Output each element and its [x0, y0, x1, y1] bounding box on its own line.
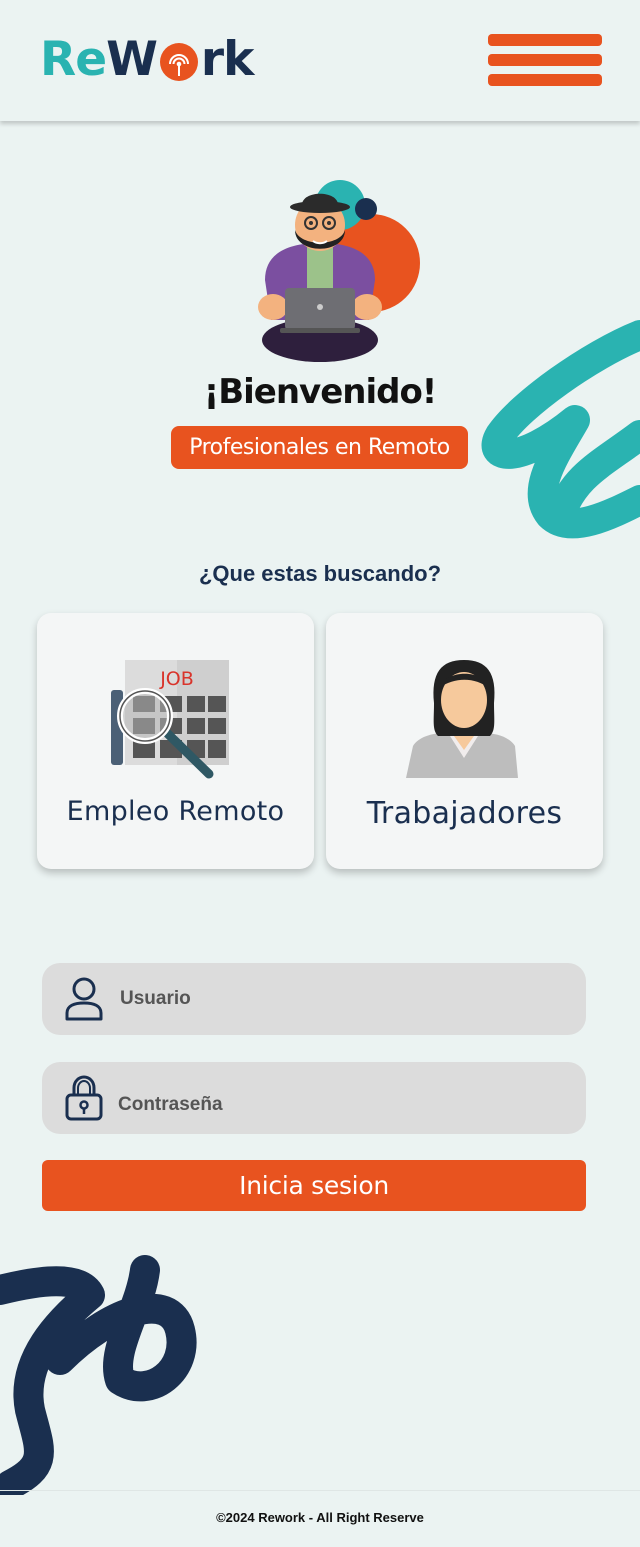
header: Re W rk — [0, 0, 640, 121]
card-label-trabajadores: Trabajadores — [366, 796, 563, 831]
page: Re W rk ¡Bienvenido! Profesionales en Re… — [0, 0, 640, 1547]
card-trabajadores[interactable]: Trabajadores — [326, 613, 603, 869]
search-question: ¿Que estas buscando? — [198, 561, 442, 586]
footer: ©2024 Rework - All Right Reserve — [0, 1490, 640, 1547]
logo-text-rk: rk — [200, 32, 254, 87]
login-button[interactable]: Inicia sesion — [42, 1160, 586, 1211]
tagline-badge: Profesionales en Remoto — [171, 426, 468, 469]
password-input[interactable] — [118, 1069, 568, 1141]
hamburger-bar-bottom — [488, 74, 602, 86]
worker-avatar-icon — [406, 660, 518, 778]
user-icon — [65, 977, 103, 1021]
card-label-empleo-remoto: Empleo Remoto — [66, 796, 285, 827]
hamburger-icon — [488, 34, 602, 46]
job-icon-text: JOB — [159, 668, 194, 690]
navy-scribble-decoration — [0, 1255, 197, 1495]
lock-icon — [65, 1075, 103, 1121]
rework-logo[interactable]: Re W rk — [40, 32, 254, 88]
password-field[interactable] — [42, 1062, 586, 1141]
logo-text-w: W — [106, 32, 158, 87]
username-input[interactable] — [120, 963, 570, 1035]
hamburger-menu-button[interactable] — [488, 34, 602, 86]
card-empleo-remoto[interactable]: JOB Empleo Remoto — [37, 613, 314, 869]
welcome-heading: ¡Bienvenido! — [203, 372, 438, 412]
remote-worker-illustration — [258, 180, 420, 362]
hamburger-bar-middle — [488, 54, 602, 66]
copyright-text: ©2024 Rework - All Right Reserve — [216, 1510, 424, 1525]
broadcast-o-icon — [158, 39, 200, 81]
job-search-icon: JOB — [111, 660, 229, 779]
teal-scribble-decoration — [481, 320, 640, 539]
username-field[interactable] — [42, 963, 586, 1035]
logo-text-re: Re — [40, 32, 107, 87]
